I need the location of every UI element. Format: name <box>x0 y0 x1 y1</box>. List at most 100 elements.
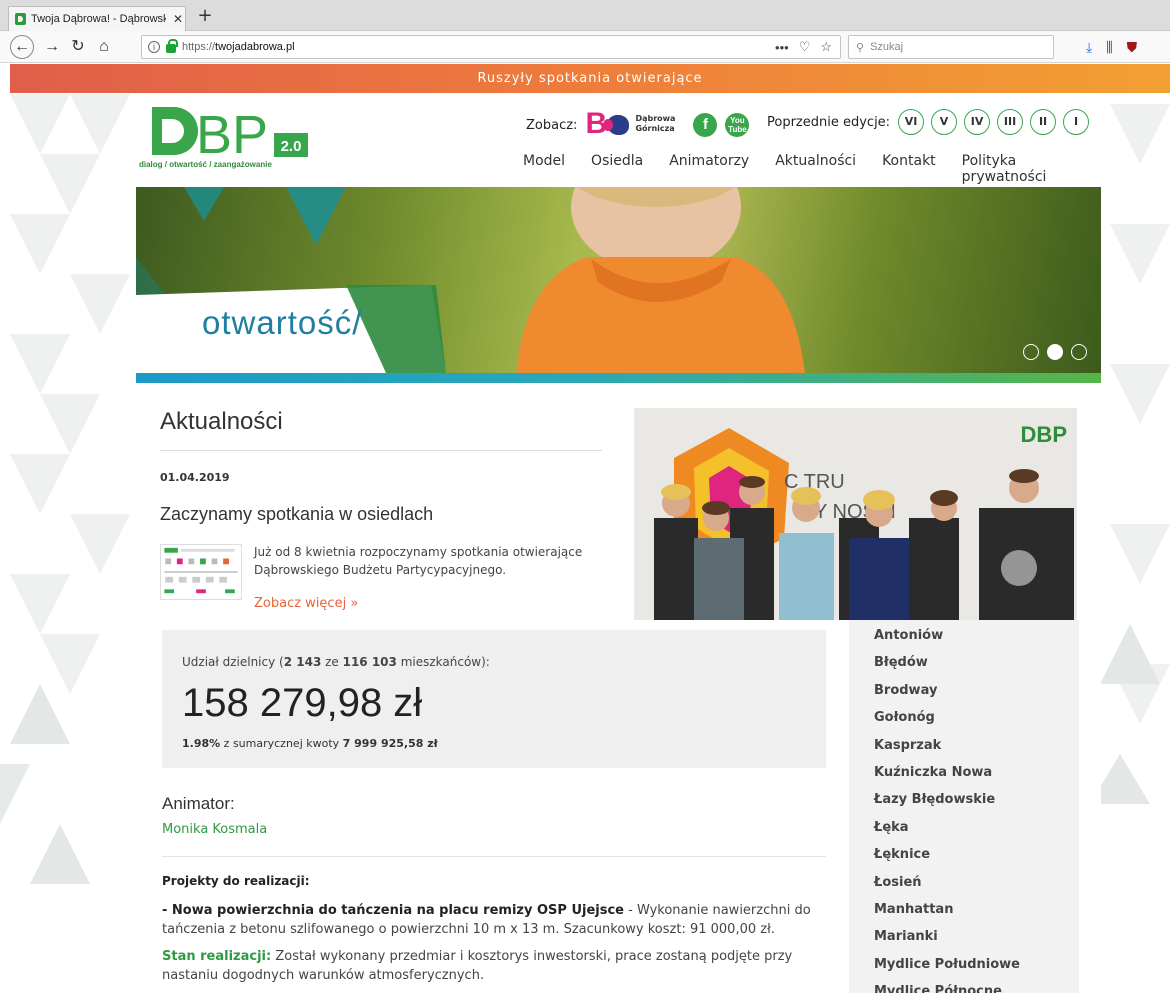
facebook-icon[interactable]: f <box>693 113 718 137</box>
nav-item-polityka[interactable]: Polityka prywatności <box>962 153 1101 185</box>
news-photo[interactable]: C TRU Y NOŚCI DBP <box>634 408 1077 621</box>
residents-count: 2 143 <box>283 655 322 669</box>
dabrowa-gornicza-logo[interactable]: B Dąbrowa Górnicza <box>585 107 681 140</box>
svg-text:BP: BP <box>196 105 268 165</box>
content-divider <box>162 856 826 857</box>
announcement-bar[interactable]: Ruszyły spotkania otwierające <box>10 64 1170 93</box>
tab-title: Twoja Dąbrowa! - Dąbrowski B <box>31 13 166 25</box>
site-favicon-icon <box>15 13 26 25</box>
youtube-icon[interactable]: You Tube <box>725 113 750 137</box>
lock-icon <box>166 39 178 53</box>
logo-tagline: dialog / otwartość / zaangażowanie <box>139 160 272 169</box>
forward-arrow-icon[interactable]: → <box>40 35 64 59</box>
edition-link-iii[interactable]: III <box>997 109 1024 135</box>
district-link-mydlice-poludniowe[interactable]: Mydlice Południowe <box>874 953 1079 980</box>
news-thumbnail[interactable] <box>160 544 242 600</box>
district-link-gołonog[interactable]: Gołonóg <box>874 706 1079 733</box>
district-link-bledow[interactable]: Błędów <box>874 651 1079 678</box>
search-icon: ⚲ <box>856 41 865 54</box>
nav-item-model[interactable]: Model <box>523 153 565 185</box>
slider-dot-1[interactable] <box>1023 344 1039 360</box>
projects-heading: Projekty do realizacji: <box>162 874 310 888</box>
district-link-lazy-bledowskie[interactable]: Łazy Błędowskie <box>874 788 1079 815</box>
svg-text:2.0: 2.0 <box>281 138 302 155</box>
budget-percent: 1.98% <box>182 737 221 750</box>
edition-link-vi[interactable]: VI <box>898 109 925 135</box>
district-link-manhattan[interactable]: Manhattan <box>874 898 1079 925</box>
previous-editions: Poprzednie edycje: VI V IV III II I <box>767 109 1090 135</box>
editions-label: Poprzednie edycje: <box>767 114 891 130</box>
web-page: Ruszyły spotkania otwierające BP 2.0 dia… <box>0 64 1170 993</box>
project-title: - Nowa powierzchnia do tańczenia na plac… <box>162 903 624 918</box>
news-headline[interactable]: Zaczynamy spotkania w osiedlach <box>160 504 433 525</box>
page-actions-icon[interactable]: ••• <box>775 40 789 55</box>
budget-share-box: Udział dzielnicy (2 143 ze 116 103 miesz… <box>162 630 826 768</box>
news-excerpt: Już od 8 kwietnia rozpoczynamy spotkania… <box>254 545 583 577</box>
library-icon[interactable]: ⫼ <box>1106 35 1112 59</box>
slider-dots <box>1023 344 1087 360</box>
nav-item-aktualnosci[interactable]: Aktualności <box>775 153 856 185</box>
browser-tabstrip: Twoja Dąbrowa! - Dąbrowski B ✕ + <box>0 0 1170 31</box>
animator-name-link[interactable]: Monika Kosmala <box>162 822 267 837</box>
url-host: twojadabrowa.pl <box>215 41 295 53</box>
district-link-mydlice-polnocne[interactable]: Mydlice Północne <box>874 980 1079 993</box>
project-status: Stan realizacji: Został wykonany przedmi… <box>162 947 826 985</box>
bookmark-star-icon[interactable]: ☆ <box>820 39 832 55</box>
home-icon[interactable]: ⌂ <box>92 35 116 59</box>
slider-dot-3[interactable] <box>1071 344 1087 360</box>
nav-item-osiedla[interactable]: Osiedla <box>591 153 643 185</box>
district-link-losien[interactable]: Łosień <box>874 871 1079 898</box>
district-link-brodway[interactable]: Brodway <box>874 679 1079 706</box>
hero-slider[interactable]: otwartość/ <box>136 187 1101 383</box>
browser-navbar: ← → ↻ ⌂ i https://twojadabrowa.pl ••• ♡ … <box>0 31 1170 63</box>
new-tab-button[interactable]: + <box>194 6 216 28</box>
browser-tab[interactable]: Twoja Dąbrowa! - Dąbrowski B ✕ <box>8 6 186 31</box>
nav-item-animatorzy[interactable]: Animatorzy <box>669 153 749 185</box>
site-header: BP 2.0 dialog / otwartość / zaangażowani… <box>136 93 1101 187</box>
district-link-kuzniczka-nowa[interactable]: Kuźniczka Nowa <box>874 761 1079 788</box>
photo-dbp-logo: DBP <box>1020 422 1067 447</box>
edition-link-ii[interactable]: II <box>1030 109 1057 135</box>
main-navigation: Model Osiedla Animatorzy Aktualności Kon… <box>523 153 1101 185</box>
news-divider <box>160 450 602 451</box>
download-icon[interactable]: ⤓ <box>1086 35 1092 59</box>
search-placeholder: Szukaj <box>870 41 904 53</box>
district-link-leka[interactable]: Łęka <box>874 816 1079 843</box>
total-budget-amount: 7 999 925,58 zł <box>342 737 438 750</box>
addon-shield-icon[interactable]: ⛊ <box>1127 35 1138 59</box>
zobacz-label: Zobacz: <box>526 117 578 133</box>
url-protocol: https:// <box>182 41 216 53</box>
news-section: Aktualności 01.04.2019 Zaczynamy spotkan… <box>136 383 1101 621</box>
district-link-leknice[interactable]: Łęknice <box>874 843 1079 870</box>
hero-caption: otwartość/ <box>202 304 363 341</box>
info-icon[interactable]: i <box>148 41 160 53</box>
close-tab-icon[interactable]: ✕ <box>171 12 185 26</box>
district-content: Udział dzielnicy (2 143 ze 116 103 miesz… <box>136 620 1101 993</box>
reload-icon[interactable]: ↻ <box>66 35 90 59</box>
slider-dot-2[interactable] <box>1047 344 1063 360</box>
total-residents: 116 103 <box>342 655 397 669</box>
district-link-kasprzak[interactable]: Kasprzak <box>874 734 1079 761</box>
animator-heading: Animator: <box>162 794 235 813</box>
districts-sidebar: Antoniów Błędów Brodway Gołonóg Kasprzak… <box>849 620 1079 993</box>
edition-link-v[interactable]: V <box>931 109 958 135</box>
news-date: 01.04.2019 <box>160 471 230 484</box>
group-photo-image: C TRU Y NOŚCI <box>654 428 1074 621</box>
back-arrow-icon[interactable]: ← <box>10 35 34 59</box>
partner-links: Zobacz: B Dąbrowa Górnicza f You Tube <box>526 107 750 140</box>
status-label: Stan realizacji: <box>162 949 272 964</box>
hero-color-stripe <box>136 373 1101 383</box>
nav-item-kontakt[interactable]: Kontakt <box>882 153 936 185</box>
pocket-icon[interactable]: ♡ <box>799 39 811 55</box>
url-bar[interactable]: i https://twojadabrowa.pl ••• ♡ ☆ <box>141 35 841 59</box>
district-link-antoniow[interactable]: Antoniów <box>874 624 1079 651</box>
district-link-marianki[interactable]: Marianki <box>874 925 1079 952</box>
edition-link-iv[interactable]: IV <box>964 109 991 135</box>
search-input[interactable]: ⚲ Szukaj <box>848 35 1054 59</box>
edition-link-i[interactable]: I <box>1063 109 1090 135</box>
project-item: - Nowa powierzchnia do tańczenia na plac… <box>162 901 826 939</box>
district-share-line: Udział dzielnicy (2 143 ze 116 103 miesz… <box>182 655 490 669</box>
district-budget-amount: 158 279,98 zł <box>182 681 423 725</box>
read-more-link[interactable]: Zobacz więcej » <box>254 596 358 611</box>
news-section-title: Aktualności <box>160 408 283 435</box>
